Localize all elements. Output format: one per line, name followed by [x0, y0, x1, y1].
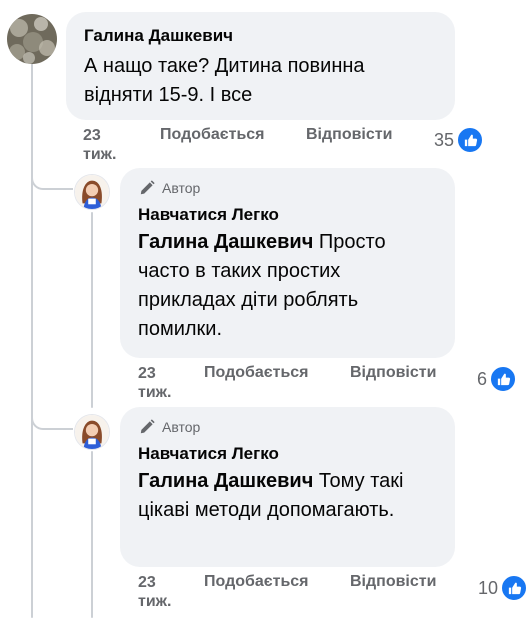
- comment-bubble: Галина Дашкевич А нащо таке? Дитина пови…: [66, 12, 455, 120]
- reply-actions: 23 тиж. Подобається Відповісти: [138, 364, 458, 404]
- reply-text: Галина Дашкевич Просто часто в таких про…: [138, 228, 433, 344]
- reply-bubble: Автор Навчатися Легко Галина Дашкевич То…: [120, 407, 455, 567]
- reply-button[interactable]: Відповісти: [350, 364, 436, 382]
- mention-link[interactable]: Галина Дашкевич: [138, 470, 313, 492]
- reaction-count-value: 6: [477, 368, 488, 389]
- reply-bubble: Автор Навчатися Легко Галина Дашкевич Пр…: [120, 168, 455, 358]
- thread-curve-reply-2: [31, 406, 73, 430]
- reaction-count[interactable]: 10: [478, 574, 528, 602]
- reply-avatar[interactable]: [74, 414, 110, 450]
- comment-author-name[interactable]: Галина Дашкевич: [84, 26, 233, 46]
- thread-curve-reply-1: [31, 168, 73, 190]
- thumbs-up-icon: [456, 126, 485, 154]
- pencil-icon: [140, 419, 155, 434]
- thumbs-up-icon: [489, 365, 518, 393]
- comment-timestamp[interactable]: 23 тиж.: [83, 126, 133, 164]
- like-button[interactable]: Подобається: [204, 573, 309, 591]
- author-badge: Автор: [138, 418, 200, 436]
- reply-text: Галина Дашкевич Тому такі цікаві методи …: [138, 467, 408, 525]
- comment-actions: 23 тиж. Подобається Відповісти: [83, 126, 443, 166]
- reply-avatar[interactable]: [74, 174, 110, 210]
- thread-line-main: [31, 62, 33, 618]
- like-button[interactable]: Подобається: [204, 364, 309, 382]
- author-badge-label: Автор: [162, 419, 201, 435]
- reaction-count-value: 10: [478, 577, 499, 598]
- author-badge-label: Автор: [162, 180, 201, 196]
- author-badge: Автор: [138, 179, 200, 197]
- reaction-count[interactable]: 6: [477, 365, 518, 393]
- like-button[interactable]: Подобається: [160, 126, 265, 144]
- reply-author-name[interactable]: Навчатися Легко: [138, 205, 279, 225]
- reply-author-name[interactable]: Навчатися Легко: [138, 444, 279, 464]
- comment-text: А нащо таке? Дитина повинна відняти 15-9…: [84, 55, 365, 106]
- thread-line-reply-1: [91, 212, 93, 408]
- avatar[interactable]: [7, 14, 57, 64]
- reply-button[interactable]: Відповісти: [350, 573, 436, 591]
- thumbs-up-icon: [500, 574, 528, 602]
- pencil-icon: [140, 180, 155, 195]
- thread-line-reply-2: [91, 451, 93, 618]
- reply-timestamp[interactable]: 23 тиж.: [138, 364, 188, 402]
- mention-link[interactable]: Галина Дашкевич: [138, 231, 313, 253]
- reaction-count[interactable]: 35: [434, 126, 485, 154]
- reply-button[interactable]: Відповісти: [306, 126, 392, 144]
- reaction-count-value: 35: [434, 129, 455, 150]
- reply-actions: 23 тиж. Подобається Відповісти: [138, 573, 458, 613]
- reply-timestamp[interactable]: 23 тиж.: [138, 573, 188, 611]
